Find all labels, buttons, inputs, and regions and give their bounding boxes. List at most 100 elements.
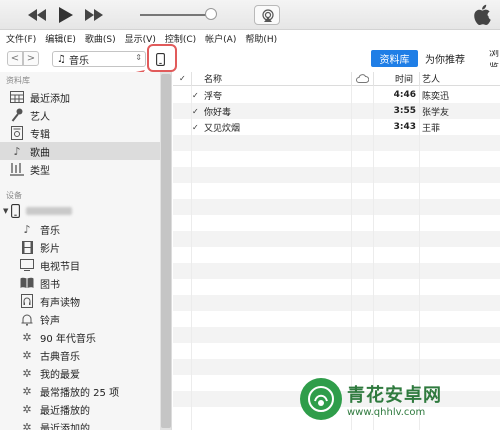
microphone-icon — [10, 108, 24, 122]
tab-browse[interactable]: 浏览 — [489, 50, 500, 67]
menu-edit[interactable]: 编辑(E) — [45, 32, 76, 45]
header-time-column[interactable]: 时间 — [395, 72, 413, 85]
gear-icon: ✲ — [22, 384, 32, 398]
sidebar-item-genres[interactable]: 类型 — [0, 160, 160, 178]
sidebar-item-playlist-favorites[interactable]: ✲ 我的最爱 — [0, 364, 160, 382]
sidebar-item-playlist-classical[interactable]: ✲ 古典音乐 — [0, 346, 160, 364]
song-time: 3:43 — [393, 122, 416, 132]
table-row[interactable]: ✓ 又见炊烟 3:43 王菲 — [173, 119, 500, 135]
sidebar-item-artists[interactable]: 艺人 — [0, 106, 160, 124]
fast-forward-button[interactable] — [85, 5, 103, 25]
header-check-column[interactable]: ✓ — [179, 74, 186, 83]
album-icon — [10, 126, 24, 140]
device-name-redacted — [26, 207, 73, 215]
sidebar-item-label: 歌曲 — [30, 147, 50, 159]
bell-icon — [20, 312, 34, 326]
sidebar-item-device-movies[interactable]: 影片 — [0, 238, 160, 256]
volume-knob[interactable] — [205, 8, 217, 20]
menu-file[interactable]: 文件(F) — [6, 32, 36, 45]
tab-for-you-label: 为你推荐 — [425, 55, 465, 66]
sidebar-item-device-tv[interactable]: 电视节目 — [0, 256, 160, 274]
empty-row — [173, 311, 500, 327]
song-name: 又见炊烟 — [204, 123, 241, 134]
menu-bar: 文件(F) 编辑(E) 歌曲(S) 显示(V) 控制(C) 帐户(A) 帮助(H… — [0, 30, 500, 46]
device-button-highlight — [147, 44, 177, 72]
media-type-label: 音乐 — [68, 55, 89, 67]
sidebar-item-device-audiobooks[interactable]: 有声读物 — [0, 292, 160, 310]
audiobook-icon — [20, 294, 34, 308]
song-name: 你好毒 — [204, 107, 232, 118]
sidebar-item-playlist-top25[interactable]: ✲ 最常播放的 25 项 — [0, 382, 160, 400]
row-checkbox[interactable]: ✓ — [192, 123, 199, 132]
recently-added-icon — [10, 90, 24, 104]
genre-icon — [10, 162, 24, 176]
sidebar-item-device-books[interactable]: 图书 — [0, 274, 160, 292]
row-checkbox[interactable]: ✓ — [192, 107, 199, 116]
empty-row — [173, 359, 500, 375]
sidebar-item-label: 90 年代音乐 — [40, 333, 96, 345]
library-section-title: 资料库 — [6, 76, 30, 85]
cloud-icon[interactable] — [356, 74, 370, 86]
tab-for-you[interactable]: 为你推荐 — [425, 50, 465, 67]
tab-library[interactable]: 资料库 — [371, 50, 418, 67]
forward-button[interactable]: > — [23, 51, 39, 66]
sidebar-item-playlist-recently-played[interactable]: ✲ 最近播放的 — [0, 400, 160, 418]
table-row[interactable]: ✓ 浮夸 4:46 陈奕迅 — [173, 87, 500, 103]
sidebar-item-label: 艺人 — [30, 111, 50, 123]
apple-logo-icon — [474, 4, 491, 25]
song-time: 3:55 — [393, 106, 416, 116]
song-artist: 王菲 — [422, 123, 441, 134]
music-note-icon: ♪ — [23, 222, 31, 236]
sidebar-item-label: 最常播放的 25 项 — [40, 387, 120, 399]
sidebar-item-playlist-90s[interactable]: ✲ 90 年代音乐 — [0, 328, 160, 346]
empty-row — [173, 247, 500, 263]
sidebar-item-label: 电视节目 — [40, 261, 80, 273]
song-time: 4:46 — [393, 90, 416, 100]
empty-row — [173, 231, 500, 247]
rewind-icon — [28, 9, 46, 21]
sidebar-scrollbar-thumb[interactable] — [161, 74, 171, 428]
airplay-icon — [262, 9, 274, 22]
sidebar-item-device-music[interactable]: ♪ 音乐 — [0, 220, 160, 238]
tv-icon — [20, 258, 34, 272]
play-icon — [59, 7, 73, 23]
gear-icon: ✲ — [22, 348, 32, 362]
sidebar-device-iphone[interactable]: ▼ — [0, 203, 160, 219]
volume-slider[interactable] — [140, 14, 212, 16]
sidebar-item-label: 影片 — [40, 243, 60, 255]
row-checkbox[interactable]: ✓ — [192, 91, 199, 100]
watermark-url: www.qhhlv.com — [347, 406, 426, 418]
iphone-icon — [11, 204, 21, 218]
back-label: < — [10, 53, 20, 64]
sidebar-item-recently-added[interactable]: 最近添加 — [0, 88, 160, 106]
updown-chevron-icon: ⇕ — [135, 53, 142, 62]
music-note-icon: ♪ — [13, 144, 21, 158]
menu-account[interactable]: 帐户(A) — [205, 32, 236, 45]
sidebar-item-songs[interactable]: ♪ 歌曲 — [0, 142, 160, 160]
header-name-column[interactable]: 名称 — [204, 72, 222, 85]
back-button[interactable]: < — [7, 51, 23, 66]
sidebar-item-albums[interactable]: 专辑 — [0, 124, 160, 142]
sidebar-item-label: 铃声 — [40, 315, 60, 327]
play-button[interactable] — [56, 5, 76, 25]
fast-forward-icon — [85, 9, 103, 21]
menu-song[interactable]: 歌曲(S) — [85, 32, 116, 45]
song-artist: 张学友 — [422, 107, 450, 118]
empty-row — [173, 327, 500, 343]
menu-help[interactable]: 帮助(H) — [245, 32, 277, 45]
rewind-button[interactable] — [28, 5, 46, 25]
book-icon — [20, 276, 34, 290]
empty-row — [173, 167, 500, 183]
sidebar-item-device-tones[interactable]: 铃声 — [0, 310, 160, 328]
sidebar-item-label: 我的最爱 — [40, 369, 80, 381]
header-artist-column[interactable]: 艺人 — [422, 72, 440, 85]
sidebar: 资料库 最近添加 艺人 专辑 ♪ 歌曲 类型 设备 ▼ ♪ 音乐 影片 电视节目… — [0, 72, 172, 430]
film-icon — [20, 240, 34, 254]
disclosure-triangle-icon[interactable]: ▼ — [3, 207, 8, 215]
sidebar-item-label: 最近添加的 — [40, 423, 90, 430]
sidebar-item-playlist-recently-added[interactable]: ✲ 最近添加的 — [0, 418, 160, 430]
airplay-button[interactable] — [254, 5, 280, 25]
menu-view[interactable]: 显示(V) — [125, 32, 156, 45]
menu-controls[interactable]: 控制(C) — [165, 32, 196, 45]
table-row[interactable]: ✓ 你好毒 3:55 张学友 — [173, 103, 500, 119]
